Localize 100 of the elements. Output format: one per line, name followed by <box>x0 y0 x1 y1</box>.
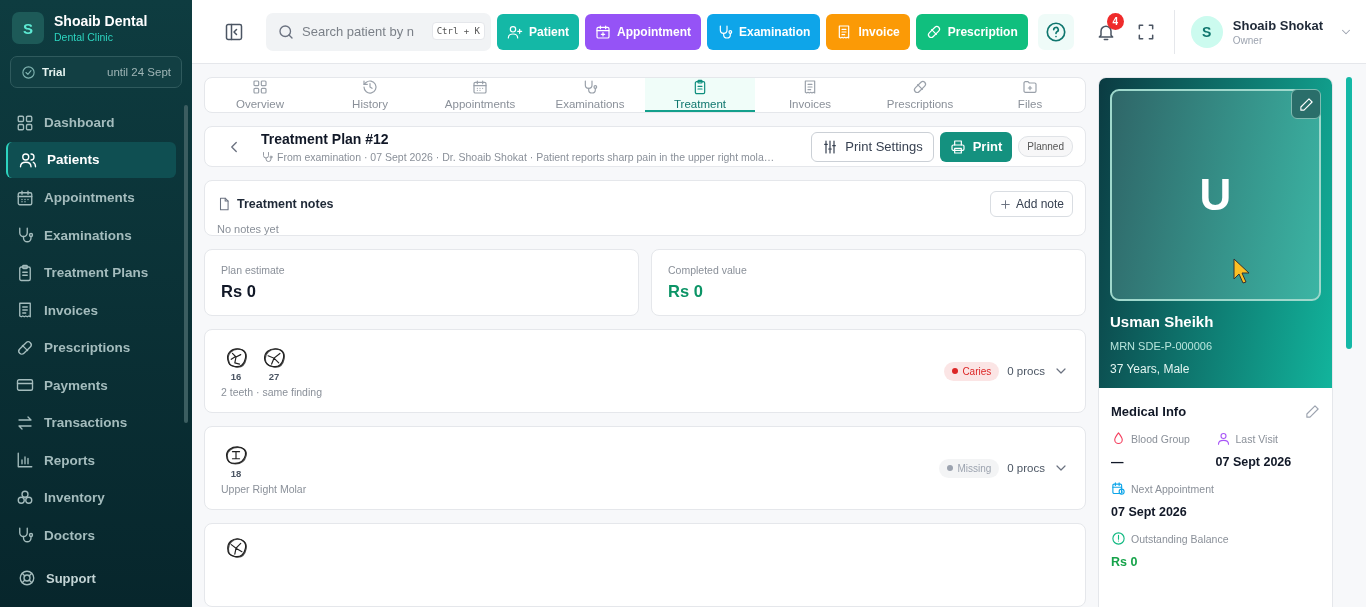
pill-icon <box>925 23 942 40</box>
quick-add-button[interactable]: Appointment <box>585 13 701 50</box>
tab[interactable]: History <box>315 78 425 112</box>
cubes-icon <box>16 488 34 507</box>
clinic-logo: S <box>12 12 44 44</box>
trial-badge: Trial until 24 Sept <box>10 56 182 88</box>
receipt-icon <box>802 78 818 95</box>
check-circle-icon <box>21 64 36 80</box>
field-label: Last Visit <box>1235 432 1278 445</box>
notification-count: 4 <box>1106 12 1124 30</box>
status-badge: Planned <box>1018 136 1073 157</box>
tab[interactable]: Files <box>975 78 1085 112</box>
tab[interactable]: Prescriptions <box>865 78 975 112</box>
plus-icon <box>998 197 1012 211</box>
field-value: 07 Sept 2026 <box>1111 505 1188 519</box>
calendar-plus-icon <box>595 23 611 40</box>
patient-mrn: MRN SDE-P-000006 <box>1110 340 1214 352</box>
print-button[interactable]: Print <box>939 131 1013 162</box>
history-icon <box>362 78 378 95</box>
field-label: Next Appointment <box>1131 482 1214 495</box>
sidebar-item[interactable]: Doctors <box>0 516 192 554</box>
user-plus-icon <box>507 23 523 40</box>
notifications-button[interactable]: 4 <box>1085 11 1126 52</box>
procedure-count: 0 procs <box>1007 462 1045 474</box>
print-settings-button[interactable]: Print Settings <box>811 131 934 162</box>
pointer-icon <box>1232 257 1252 285</box>
sidebar-item[interactable]: Payments <box>0 366 192 404</box>
stethoscope-icon <box>261 150 273 163</box>
alert-circle-icon <box>1111 531 1126 546</box>
procedure-count: 0 procs <box>1007 365 1045 377</box>
grid-icon <box>16 113 34 132</box>
finding-caption: 2 teeth · same finding <box>221 386 323 398</box>
field-label: Outstanding Balance <box>1131 532 1229 545</box>
pencil-icon <box>1298 96 1314 112</box>
user-role: Owner <box>1232 34 1264 46</box>
bar-chart-icon <box>16 451 34 470</box>
finding-badge: Caries <box>944 361 1000 381</box>
scrollbar[interactable] <box>184 105 188 423</box>
pill-icon <box>912 78 928 95</box>
notes-title: Treatment notes <box>237 197 335 211</box>
stethoscope-icon <box>582 78 598 95</box>
tab[interactable]: Overview <box>205 78 315 112</box>
sidebar-item[interactable]: Treatment Plans <box>0 254 192 292</box>
field-value: 07 Sept 2026 <box>1215 455 1293 469</box>
tooth-number: 16 <box>230 371 242 382</box>
empty-notes-message: No notes yet <box>217 223 280 235</box>
patient-name: Usman Sheikh <box>1110 313 1215 330</box>
stat-label: Plan estimate <box>221 264 286 276</box>
tooth-number: 18 <box>230 468 242 479</box>
printer-icon <box>949 138 966 155</box>
field-value: — <box>1111 455 1125 469</box>
sidebar-item[interactable]: Dashboard <box>0 104 192 142</box>
stethoscope-icon <box>16 526 34 545</box>
sidebar-item[interactable]: Inventory <box>0 479 192 517</box>
sidebar-item[interactable]: Invoices <box>0 291 192 329</box>
sidebar-item[interactable]: Appointments <box>0 179 192 217</box>
stat-value: Rs 0 <box>668 282 704 301</box>
sliders-icon <box>822 138 839 155</box>
field-label: Blood Group <box>1131 432 1190 445</box>
tab[interactable]: Treatment <box>645 78 755 112</box>
stethoscope-icon <box>16 226 34 245</box>
folder-icon <box>1022 78 1038 95</box>
user-name: Shoaib Shokat <box>1232 17 1324 33</box>
add-note-button[interactable]: Add note <box>989 191 1073 217</box>
clipboard-icon <box>16 263 34 282</box>
plan-title: Treatment Plan #12 <box>261 130 390 147</box>
sidebar-item[interactable]: Examinations <box>0 216 192 254</box>
tab[interactable]: Appointments <box>425 78 535 112</box>
finding-caption: Upper Right Molar <box>221 483 308 495</box>
sidebar-toggle-icon <box>224 21 244 42</box>
stat-label: Completed value <box>668 264 748 276</box>
tooth-number: 27 <box>268 371 280 382</box>
section-title: Medical Info <box>1111 404 1187 419</box>
user-avatar: S <box>1190 15 1223 48</box>
sidebar-item[interactable]: Patients <box>6 141 176 178</box>
clinic-subtitle: Dental Clinic <box>54 31 114 43</box>
search-icon <box>277 22 295 41</box>
patient-age-gender: 37 Years, Male <box>1110 362 1191 376</box>
scrollbar[interactable] <box>1346 77 1352 349</box>
tab[interactable]: Invoices <box>755 78 865 112</box>
avatar-initial: U <box>1199 170 1232 220</box>
sidebar-item[interactable]: Transactions <box>0 404 192 442</box>
calendar-clock-icon <box>1111 481 1126 496</box>
help-button[interactable] <box>1037 13 1074 50</box>
drop-icon <box>1111 431 1126 446</box>
edit-photo-button[interactable] <box>1291 89 1321 119</box>
finding-badge: Missing <box>939 458 1000 478</box>
receipt-icon <box>16 301 34 320</box>
help-icon <box>1044 20 1067 43</box>
sidebar-item[interactable]: Reports <box>0 441 192 479</box>
support-link[interactable]: Support <box>18 569 96 587</box>
tab[interactable]: Examinations <box>535 78 645 112</box>
lifebuoy-icon <box>18 569 36 587</box>
clipboard-icon <box>692 78 708 95</box>
user-icon <box>1215 431 1231 446</box>
calendar-icon <box>16 188 34 207</box>
sidebar-item[interactable]: Prescriptions <box>0 329 192 367</box>
stethoscope-icon <box>717 23 733 40</box>
grid-icon <box>252 78 268 95</box>
pill-icon <box>16 338 34 357</box>
